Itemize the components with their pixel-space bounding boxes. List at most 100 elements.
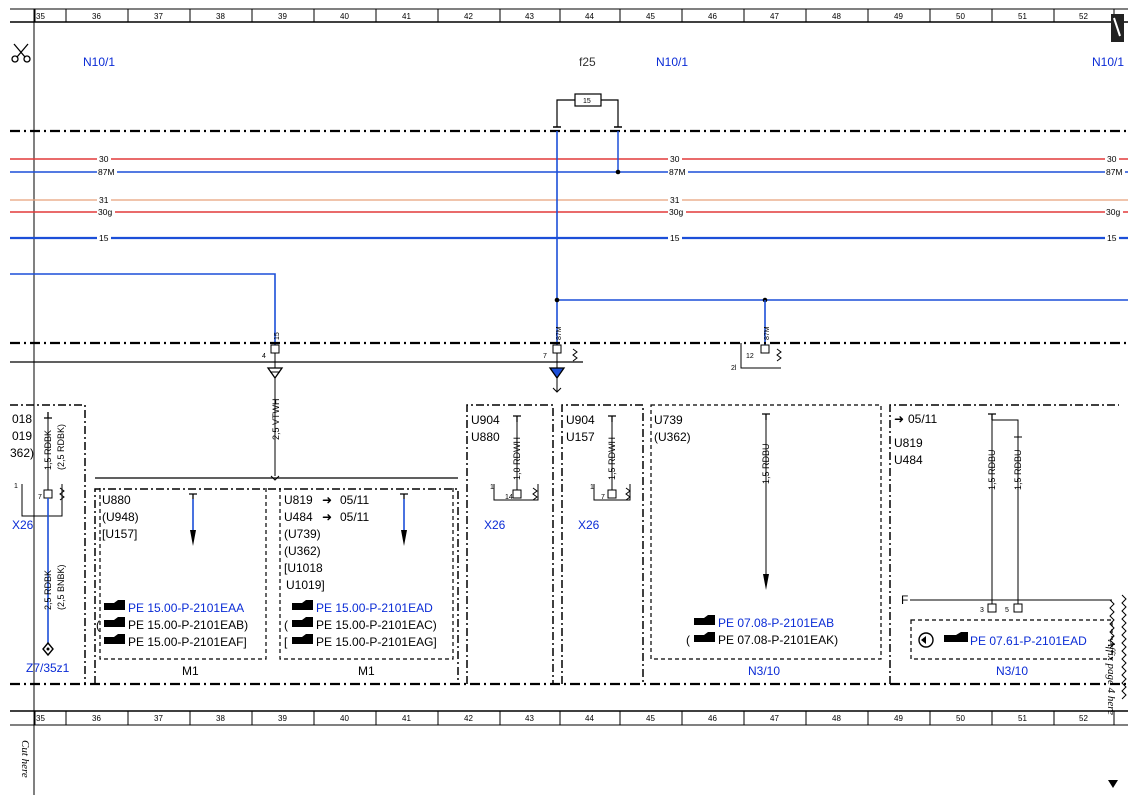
n310a-wire: 1,5 RDBU [761,443,771,484]
ref-open-bracket: [ [284,635,288,649]
wiring-diagram: 35 36 37 38 39 40 41 42 43 44 45 46 47 48 49 50 51 52 35 3… [10,8,1128,795]
n310a-code-1: (U362) [654,430,691,444]
header-ref-left: N10/1 [83,55,115,69]
ruler-label: 52 [1079,12,1088,21]
bus-labels: 30 87M 31 30g 15 30 87M 31 30g 15 30 87M… [97,154,1125,243]
x26b-pin-7: 7 [601,494,605,501]
n310b-code-0: U819 [894,436,923,450]
left-block: 018 019 362) 1,5 RDBK (2,5 RDBK) 1 7 X26… [10,404,86,684]
ruler-label: 51 [1018,714,1027,723]
ruler-label: 46 [708,714,717,723]
bus-30g-label-right: 30g [1106,207,1120,217]
ref-link[interactable]: PE 15.00-P-2101EAD [316,601,433,615]
x26b-code-0: U904 [566,413,595,427]
ref-open-bracket: ( [284,618,288,632]
x26a-pin-1: 1 [490,484,494,491]
n310b-pin-3: 3 [980,607,984,614]
connector-pins: 4 7 12 2l [262,343,782,372]
ref-link[interactable]: PE 15.00-P-2101EAC) [316,618,437,632]
bus-30g-label-mid: 30g [669,207,683,217]
ruler-label: 49 [894,714,903,723]
ruler-label: 44 [585,714,594,723]
ref-link[interactable]: PE 15.00-P-2101EAA [128,601,244,615]
n310b-name: N3/10 [996,664,1028,678]
n310b-pin-5: 5 [1005,607,1009,614]
ruler-label: 41 [402,714,411,723]
ruler-label: 47 [770,12,779,21]
sensor-icon [918,632,934,648]
ruler-label: 39 [278,714,287,723]
fuse-label: f25 [579,55,596,69]
left-wire-1: 1,5 RDBK [43,430,53,470]
bus-30g-label: 30g [98,207,112,217]
ruler-label: 39 [278,12,287,21]
left-wire-1b: (2,5 RDBK) [56,424,66,470]
n310b-pin-f: F [901,593,908,607]
ref-link[interactable]: PE 15.00-P-2101EAF] [128,635,247,649]
x26b-wire: 1,5 RDWH [607,437,617,480]
bus-15-label-right: 15 [1107,233,1117,243]
left-pin-1: 1 [14,483,18,490]
ruler-label: 36 [92,12,101,21]
hand-pointer-icon [694,632,715,642]
x26b-block: U904 U157 1,5 RDWH 1 7 X26 [561,404,644,684]
pin-12: 12 [746,353,754,360]
x26b-conn: X26 [578,518,600,532]
ruler-label: 42 [464,12,473,21]
x26b-pin-1: 1 [590,484,594,491]
ref-open-bracket: ( [686,633,690,647]
ref-link[interactable]: PE 07.08-P-2101EAB [718,616,834,630]
ruler-label: 51 [1018,12,1027,21]
ruler-label: 48 [832,714,841,723]
arrow-icon: ➜ [322,510,332,524]
n310a-code-0: U739 [654,413,683,427]
fuse-value: 15 [583,98,591,105]
x26a-wire: 1,0 RDWH [512,437,522,480]
wire-15-tag: 15 [274,332,281,340]
hand-pointer-icon [104,617,125,627]
wire-87m-tag-a: 87M [556,326,563,340]
ref-link[interactable]: PE 07.08-P-2101EAK) [718,633,838,647]
left-wire-2b: (2,5 BNBK) [56,564,66,610]
ground-z7: Z7/35z1 [26,661,70,675]
n310a-block: U739 (U362) 1,5 RDBU PE 07.08-P-2101EAB (… [650,404,882,678]
wire-15-left [10,273,276,345]
ruler-label: 49 [894,12,903,21]
ruler-label: 40 [340,12,349,21]
page-tab-icon [1111,14,1124,42]
code-018: 018 [12,412,32,426]
code-019: 019 [12,429,32,443]
left-pin-7: 7 [38,494,42,501]
n310b-wire-2: 1,5 RDBU [1013,449,1023,490]
m1a-code-0: U880 [102,493,131,507]
ruler-label: 46 [708,12,717,21]
ruler-label: 40 [340,714,349,723]
ruler-label: 44 [585,12,594,21]
ref-open-bracket: ( [96,618,100,632]
n310b-block: ➜ 05/11 U819 U484 1,5 RDBU 1,5 RDBU F 3 … [889,404,1119,684]
bus-87m-label: 87M [98,167,115,177]
x26a-block: U904 U880 1,0 RDWH 1 14 X26 [466,404,554,684]
fuse-symbol: 15 [553,93,622,128]
ruler-label: 38 [216,12,225,21]
n310b-wire-1: 1,5 RDBU [987,449,997,490]
vtwh-wire-label: 2,5 VTWH [271,398,281,440]
ref-link[interactable]: PE 15.00-P-2101EAG] [316,635,437,649]
ruler-label: 50 [956,12,965,21]
code-362: 362) [10,446,34,460]
top-ruler: 35 36 37 38 39 40 41 42 43 44 45 46 47 48 49 50 51 52 [10,8,1128,23]
bus-30-label-mid: 30 [670,154,680,164]
ruler-label: 38 [216,714,225,723]
ruler-label: 45 [646,714,655,723]
m1b-code-4: [U1018 [284,561,323,575]
n310a-name: N3/10 [748,664,780,678]
cut-here-text: Cut here [19,740,31,778]
ref-link[interactable]: PE 15.00-P-2101EAB) [128,618,248,632]
m1b-code-5: U1019] [286,578,325,592]
bottom-ruler: 35 36 37 38 39 40 41 42 43 44 45 46 47 48 49 50 51 52 [10,710,1128,726]
m1b-code-3: (U362) [284,544,321,558]
m1a-block: U880 (U948) [U157] PE 15.00-P-2101EAA (PE… [96,488,267,678]
hand-pointer-icon [292,634,313,644]
x26b-code-1: U157 [566,430,595,444]
bus-15-label: 15 [99,233,109,243]
